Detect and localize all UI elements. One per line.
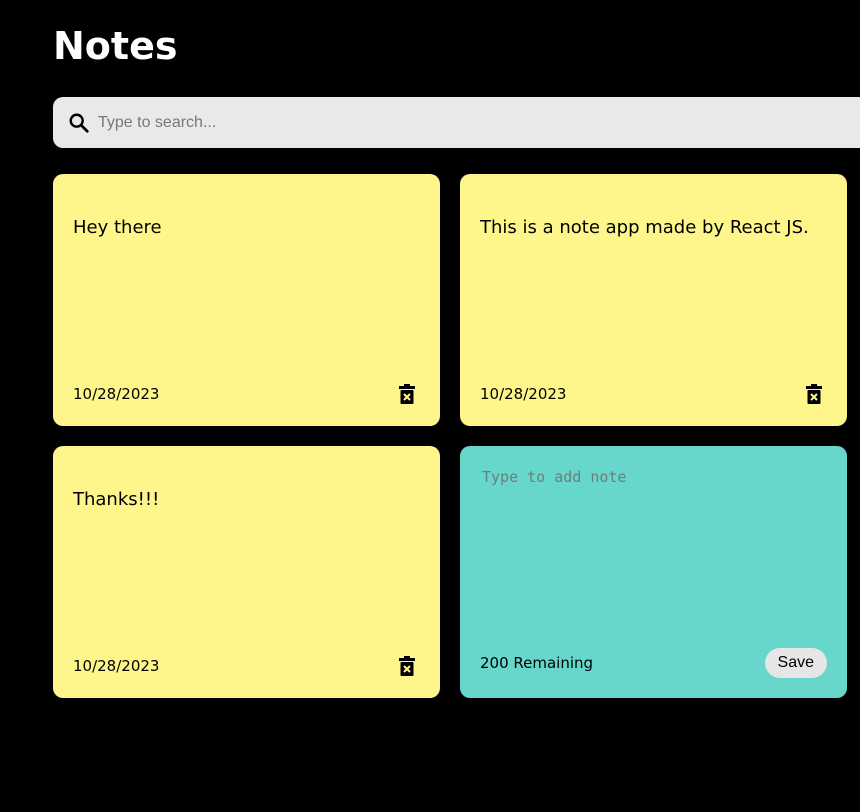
note-text: Thanks!!! bbox=[73, 489, 160, 510]
delete-icon[interactable] bbox=[399, 656, 415, 676]
page-title: Notes bbox=[53, 24, 178, 68]
note-text: This is a note app made by React JS. bbox=[480, 217, 809, 238]
note-date: 10/28/2023 bbox=[73, 385, 160, 403]
remaining-count: 200 Remaining bbox=[480, 654, 594, 672]
search-icon bbox=[69, 113, 89, 133]
search-input[interactable] bbox=[96, 112, 800, 133]
note-text: Hey there bbox=[73, 217, 162, 238]
note-card: This is a note app made by React JS. 10/… bbox=[460, 174, 847, 426]
add-note-input[interactable] bbox=[480, 466, 829, 620]
note-date: 10/28/2023 bbox=[480, 385, 567, 403]
delete-icon[interactable] bbox=[399, 384, 415, 404]
note-card: Hey there 10/28/2023 bbox=[53, 174, 440, 426]
note-date: 10/28/2023 bbox=[73, 657, 160, 675]
note-card: Thanks!!! 10/28/2023 bbox=[53, 446, 440, 698]
save-button[interactable]: Save bbox=[764, 648, 827, 678]
search-bar bbox=[53, 97, 860, 148]
delete-icon[interactable] bbox=[806, 384, 822, 404]
add-note-card: 200 Remaining Save bbox=[460, 446, 847, 698]
